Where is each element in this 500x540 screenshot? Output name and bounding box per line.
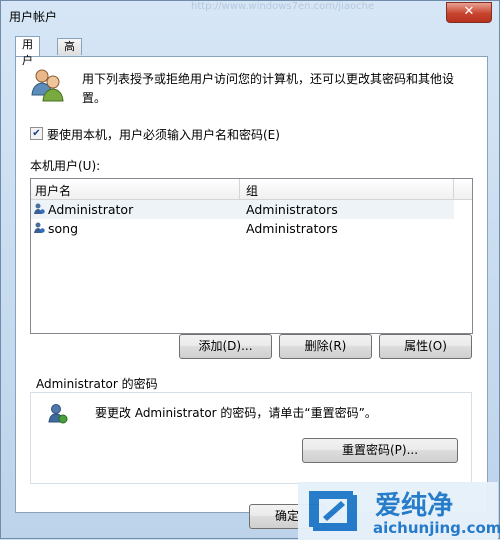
add-user-button[interactable]: 添加(D)...	[179, 334, 272, 359]
user-icon	[34, 203, 45, 214]
tab-users[interactable]: 用户	[15, 36, 40, 67]
window-title: 用户帐户	[9, 10, 58, 24]
require-login-checkbox[interactable]: ✔	[30, 127, 43, 140]
checkmark-icon: ✔	[32, 128, 41, 139]
remove-user-button[interactable]: 删除(R)	[279, 334, 372, 359]
brand-logo-icon	[309, 491, 357, 531]
intro-text-line1: 用下列表授予或拒绝用户访问您的计算机，还可以更改其密码和其他设	[82, 72, 455, 86]
users-tab-panel: 用下列表授予或拒绝用户访问您的计算机，还可以更改其密码和其他设 置。 ✔ 要使用…	[15, 56, 488, 513]
properties-button[interactable]: 属性(O)	[379, 334, 472, 359]
users-list[interactable]: 用户名 组 Administrator Administrators song …	[30, 178, 473, 334]
reset-password-button[interactable]: 重置密码(P)...	[302, 438, 458, 463]
row-username: song	[48, 221, 79, 236]
column-header-group[interactable]: 组	[246, 182, 258, 199]
password-section-title: Administrator 的密码	[34, 375, 160, 392]
tab-advanced[interactable]: 高级	[57, 38, 82, 69]
intro-text-line2: 置。	[82, 91, 107, 105]
column-divider-end	[453, 179, 454, 199]
column-header-username[interactable]: 用户名	[35, 182, 71, 199]
watermark-brand: 爱纯净	[375, 491, 454, 521]
require-login-label[interactable]: 要使用本机，用户必须输入用户名和密码(E)	[47, 126, 280, 143]
users-icon	[31, 69, 64, 102]
watermark-logo: 爱纯净 aichunjing.com	[298, 482, 500, 540]
local-users-label: 本机用户(U):	[30, 159, 101, 173]
row-username: Administrator	[48, 202, 134, 217]
title-bar[interactable]: 用户帐户 http://www.windows7en.com/jiaoche ✕	[1, 1, 499, 31]
list-header: 用户名 组	[31, 179, 472, 200]
user-icon	[34, 222, 45, 233]
table-row[interactable]: Administrator Administrators	[31, 200, 454, 219]
table-row[interactable]: song Administrators	[31, 219, 454, 238]
user-password-icon	[48, 404, 68, 424]
row-group: Administrators	[246, 202, 338, 217]
password-message: 要更改 Administrator 的密码，请单击“重置密码”。	[95, 406, 377, 420]
user-accounts-window: 用户帐户 http://www.windows7en.com/jiaoche ✕…	[0, 0, 500, 540]
column-divider[interactable]	[239, 179, 240, 199]
row-group: Administrators	[246, 221, 338, 236]
close-button[interactable]: ✕	[446, 2, 492, 23]
watermark-url: aichunjing.com	[373, 519, 500, 537]
background-url-ghost: http://www.windows7en.com/jiaoche	[191, 1, 375, 12]
close-icon: ✕	[463, 4, 475, 19]
